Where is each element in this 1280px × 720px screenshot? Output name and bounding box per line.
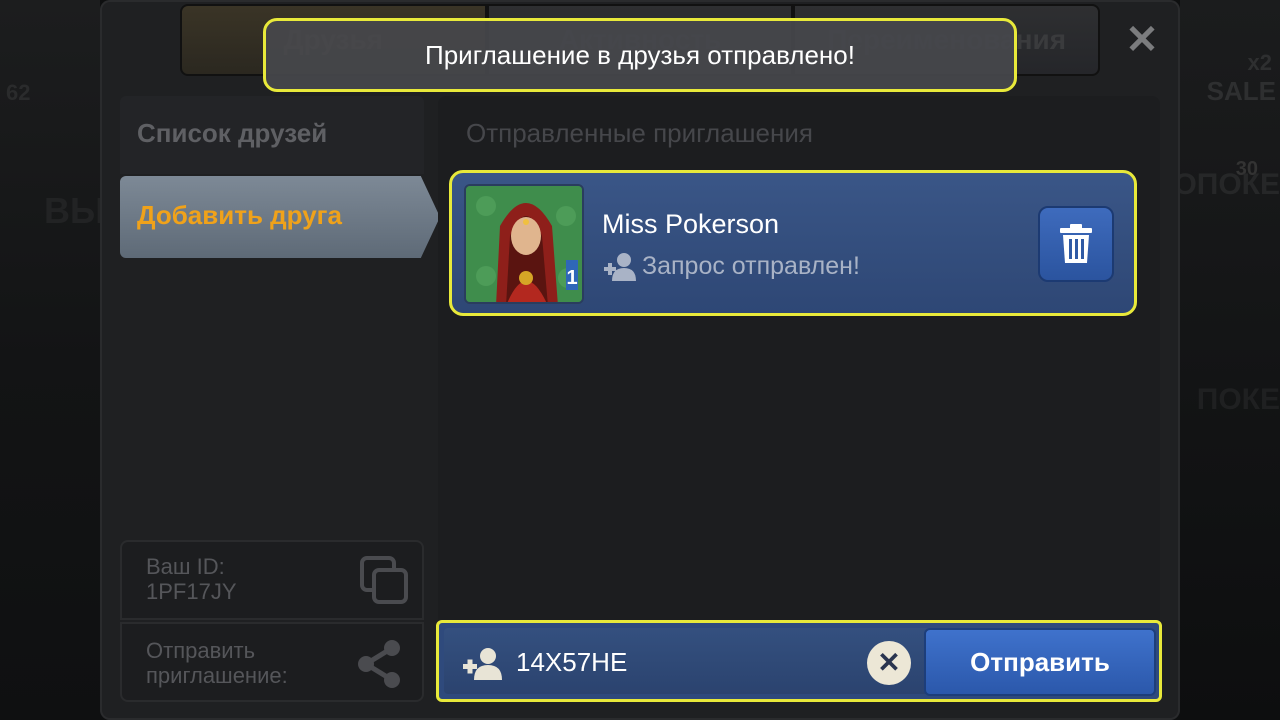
background-sale-text: SALE bbox=[1206, 76, 1276, 106]
background-banner-text: ВЫ bbox=[44, 190, 106, 231]
background-right bbox=[1180, 0, 1280, 720]
close-button[interactable]: ✕ bbox=[1120, 18, 1164, 62]
background-left bbox=[0, 0, 100, 720]
trash-icon bbox=[1060, 224, 1092, 263]
friend-name: Miss Pokerson bbox=[602, 209, 780, 239]
friend-request-status: Запрос отправлен! bbox=[602, 251, 860, 281]
background-number: 62 bbox=[6, 80, 31, 105]
invitation-sent-toast: Приглашение в друзья отправлено! bbox=[263, 18, 1017, 92]
add-friend-input-bar: ✕ Отправить bbox=[436, 620, 1162, 702]
copy-icon[interactable] bbox=[358, 554, 410, 606]
avatar: 1 bbox=[464, 184, 584, 304]
send-invitation-box: Отправить приглашение: bbox=[120, 622, 424, 702]
background-poker-text-lower: ПОКЕ bbox=[1196, 383, 1280, 416]
send-button[interactable]: Отправить bbox=[924, 628, 1156, 696]
friend-id-input[interactable] bbox=[516, 642, 856, 682]
add-user-icon bbox=[463, 648, 502, 680]
add-friend-status-icon bbox=[604, 253, 636, 281]
clear-input-button[interactable]: ✕ bbox=[867, 641, 911, 685]
background-multiplier: x2 bbox=[1247, 50, 1272, 75]
friend-request-status-text: Запрос отправлен! bbox=[642, 251, 860, 280]
sidebar-item-add-friend[interactable]: Добавить друга bbox=[120, 176, 440, 258]
sent-invitations-title: Отправленные приглашения bbox=[466, 118, 813, 148]
sidebar-item-friends-list[interactable]: Список друзей bbox=[120, 96, 424, 174]
close-icon: ✕ bbox=[1125, 18, 1159, 62]
share-icon[interactable] bbox=[354, 638, 404, 690]
friend-request-card: 1 Miss Pokerson Запрос отправлен! bbox=[449, 170, 1137, 316]
svg-text:1: 1 bbox=[566, 267, 577, 289]
sidebar: Список друзей Добавить друга Ваш ID: 1PF… bbox=[120, 96, 440, 706]
clear-icon: ✕ bbox=[877, 647, 901, 678]
delete-request-button[interactable] bbox=[1038, 206, 1114, 282]
avatar-portrait-icon: 1 bbox=[466, 186, 582, 302]
your-id-box: Ваш ID: 1PF17JY bbox=[120, 540, 424, 620]
input-bar-inner: ✕ Отправить bbox=[444, 628, 1156, 696]
